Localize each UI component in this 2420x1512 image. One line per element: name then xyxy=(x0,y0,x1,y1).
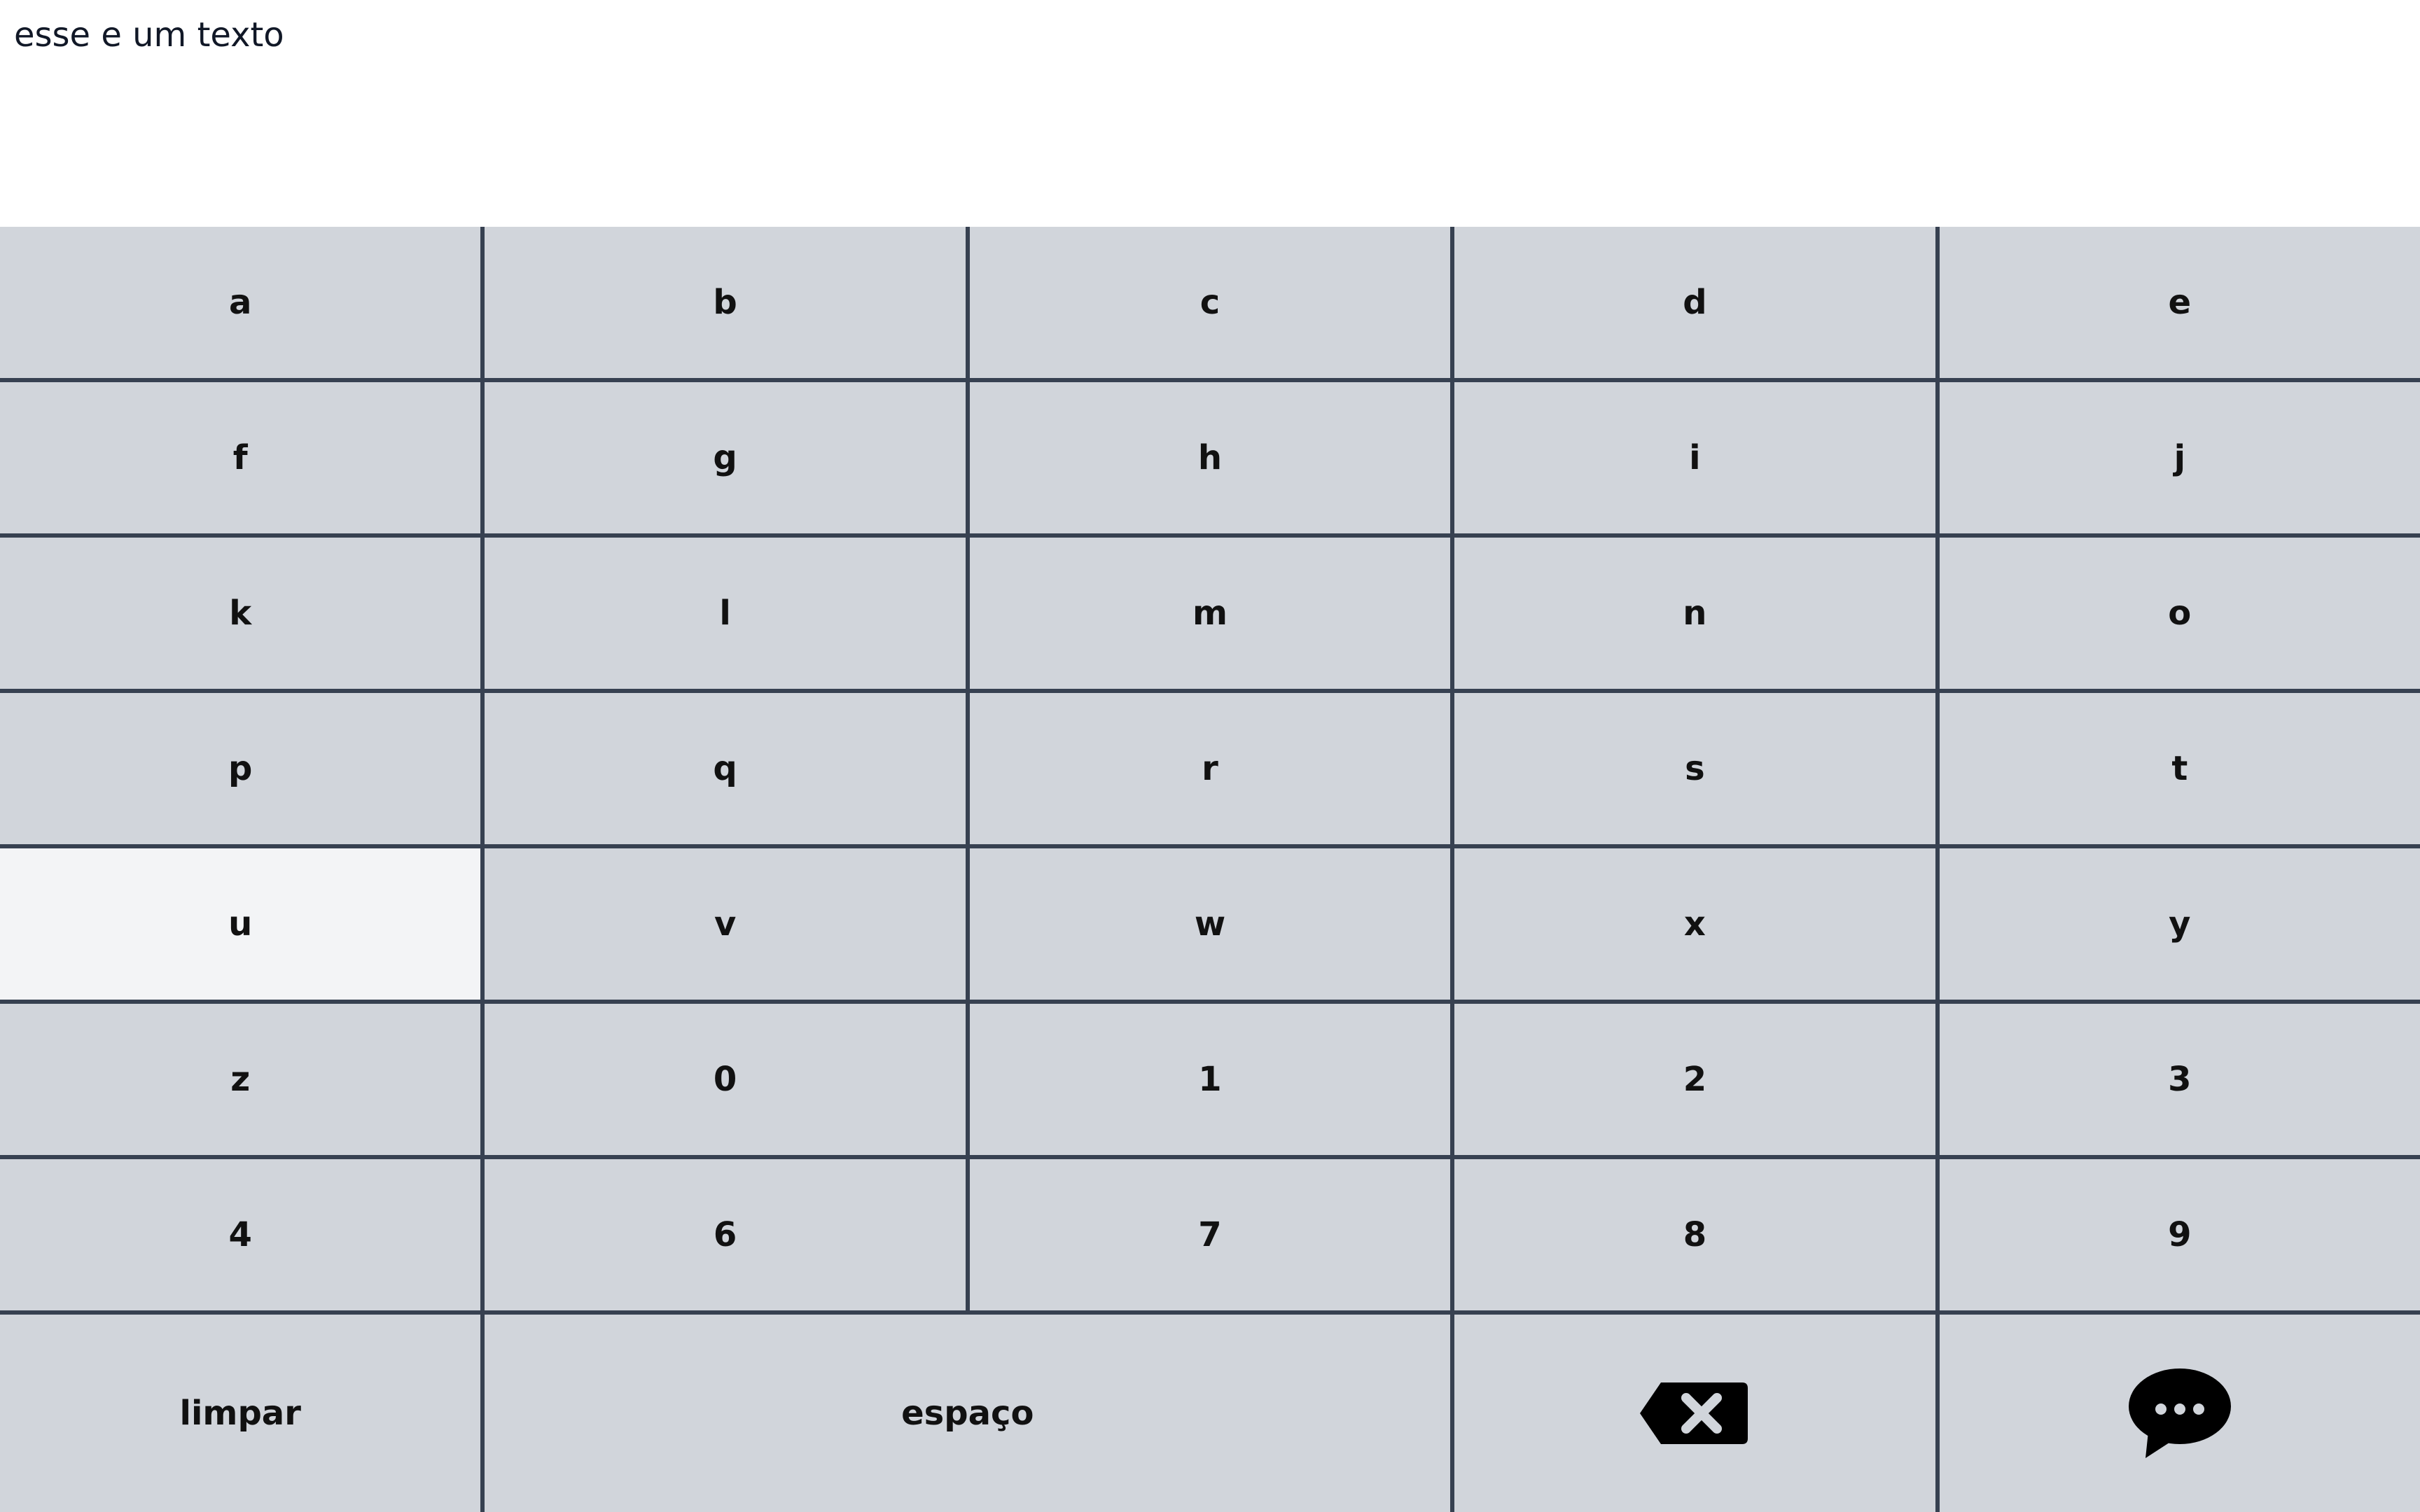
key-e[interactable]: e xyxy=(1939,227,2420,378)
key-3[interactable]: 3 xyxy=(1939,1004,2420,1155)
key-6[interactable]: 6 xyxy=(485,1159,966,1310)
key-label: 4 xyxy=(228,1215,252,1254)
key-label: t xyxy=(2171,749,2188,788)
key-y[interactable]: y xyxy=(1939,848,2420,1000)
key-j[interactable]: j xyxy=(1939,382,2420,533)
key-8[interactable]: 8 xyxy=(1454,1159,1935,1310)
key-label: x xyxy=(1683,904,1706,944)
key-label: a xyxy=(229,283,252,322)
key-label: e xyxy=(2168,283,2192,322)
key-label: l xyxy=(719,594,731,633)
key-label: u xyxy=(228,904,253,944)
key-r[interactable]: r xyxy=(969,693,1451,844)
key-m[interactable]: m xyxy=(969,538,1451,689)
key-2[interactable]: 2 xyxy=(1454,1004,1935,1155)
key-label: s xyxy=(1685,749,1705,788)
key-label: b xyxy=(713,283,737,322)
virtual-keyboard: a b c d e f g h i j k l m n o p q r s t … xyxy=(0,227,2420,1512)
key-label: h xyxy=(1197,438,1223,477)
key-x[interactable]: x xyxy=(1454,848,1935,1000)
key-label: v xyxy=(714,904,737,944)
key-o[interactable]: o xyxy=(1939,538,2420,689)
key-label: g xyxy=(713,438,737,477)
key-s[interactable]: s xyxy=(1454,693,1935,844)
key-p[interactable]: p xyxy=(0,693,481,844)
clear-button[interactable]: limpar xyxy=(0,1315,481,1512)
key-label: i xyxy=(1689,438,1701,477)
key-h[interactable]: h xyxy=(969,382,1451,533)
key-0[interactable]: 0 xyxy=(485,1004,966,1155)
backspace-button[interactable] xyxy=(1454,1315,1935,1512)
key-k[interactable]: k xyxy=(0,538,481,689)
key-d[interactable]: d xyxy=(1454,227,1935,378)
key-f[interactable]: f xyxy=(0,382,481,533)
key-g[interactable]: g xyxy=(485,382,966,533)
key-q[interactable]: q xyxy=(485,693,966,844)
key-7[interactable]: 7 xyxy=(969,1159,1451,1310)
speech-bubble-icon xyxy=(2127,1367,2232,1460)
key-b[interactable]: b xyxy=(485,227,966,378)
key-u[interactable]: u xyxy=(0,848,481,1000)
key-label: 3 xyxy=(2168,1060,2192,1099)
key-label: 2 xyxy=(1683,1060,1707,1099)
key-label: 9 xyxy=(2168,1215,2192,1254)
key-n[interactable]: n xyxy=(1454,538,1935,689)
resize-handle-icon[interactable] xyxy=(2403,210,2417,241)
key-label: w xyxy=(1194,904,1226,944)
key-label: j xyxy=(2174,438,2186,477)
key-label: q xyxy=(713,749,737,788)
key-1[interactable]: 1 xyxy=(969,1004,1451,1155)
key-t[interactable]: t xyxy=(1939,693,2420,844)
key-c[interactable]: c xyxy=(969,227,1451,378)
message-text: esse e um texto xyxy=(14,15,284,55)
key-a[interactable]: a xyxy=(0,227,481,378)
key-4[interactable]: 4 xyxy=(0,1159,481,1310)
key-l[interactable]: l xyxy=(485,538,966,689)
key-label: 1 xyxy=(1198,1060,1222,1099)
key-label: o xyxy=(2168,594,2192,633)
key-9[interactable]: 9 xyxy=(1939,1159,2420,1310)
page: esse e um texto a b c d e f g h i j k l … xyxy=(0,0,2420,1512)
key-w[interactable]: w xyxy=(969,848,1451,1000)
key-label: m xyxy=(1192,594,1228,633)
key-label: r xyxy=(1202,749,1218,788)
key-label: k xyxy=(229,594,252,633)
space-button[interactable]: espaço xyxy=(485,1315,1451,1512)
key-label: c xyxy=(1199,283,1221,322)
key-label: 8 xyxy=(1683,1215,1707,1254)
speak-button[interactable] xyxy=(1939,1315,2420,1512)
key-z[interactable]: z xyxy=(0,1004,481,1155)
key-label: z xyxy=(230,1060,251,1099)
key-label: 0 xyxy=(713,1060,737,1099)
space-label: espaço xyxy=(901,1394,1034,1433)
key-label: y xyxy=(2169,904,2191,944)
key-label: p xyxy=(228,749,253,788)
key-label: n xyxy=(1683,594,1707,633)
key-i[interactable]: i xyxy=(1454,382,1935,533)
key-v[interactable]: v xyxy=(485,848,966,1000)
backspace-icon xyxy=(1639,1380,1751,1447)
key-label: 7 xyxy=(1198,1215,1222,1254)
key-label: f xyxy=(232,438,248,477)
key-label: d xyxy=(1683,283,1707,322)
message-textarea[interactable]: esse e um texto xyxy=(0,0,2420,241)
clear-label: limpar xyxy=(179,1394,301,1433)
key-label: 6 xyxy=(713,1215,737,1254)
